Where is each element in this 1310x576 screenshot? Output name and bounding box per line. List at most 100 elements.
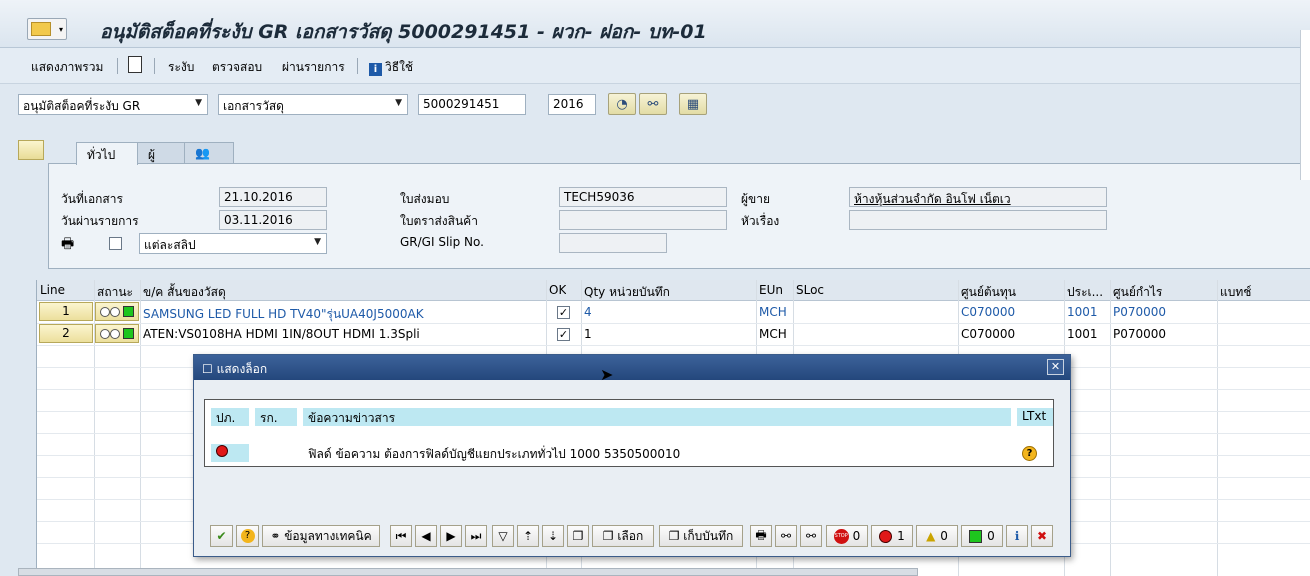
detail-toggle-icon[interactable] [18, 140, 44, 160]
material-text[interactable]: ATEN:VS0108HA HDMI 1IN/8OUT HDMI 1.3Spli [143, 327, 543, 341]
help-question-icon[interactable]: ? [1017, 444, 1053, 462]
col-batch[interactable]: แบทช์ [1220, 283, 1251, 302]
info-icon[interactable]: ℹ [1006, 525, 1028, 547]
col-profit-center[interactable]: ศูนย์กำไร [1113, 283, 1162, 302]
col-message-no[interactable]: รก. [255, 408, 297, 426]
document-number-input[interactable]: 5000291451 [418, 94, 526, 115]
slip-field[interactable] [559, 233, 667, 253]
hold-button[interactable]: ระงับ [168, 58, 194, 77]
glasses-icon: ⚭ [270, 529, 285, 543]
first-page-icon[interactable]: ⏮ [390, 525, 412, 547]
col-sloc[interactable]: SLoc [796, 283, 824, 297]
col-message-text[interactable]: ข้อความข่าวสาร [303, 408, 1011, 426]
ok-checkbox[interactable]: ✓ [557, 306, 570, 319]
col-message-type[interactable]: ปภ. [211, 408, 249, 426]
save-button[interactable]: ❐ เก็บบันทึก [659, 525, 743, 547]
eun-cell[interactable]: MCH [759, 327, 787, 341]
col-material[interactable]: ข/ค สั้นของวัสดุ [143, 283, 226, 302]
warning-filter-button[interactable]: ▲ 0 [916, 525, 958, 547]
printer-icon[interactable]: 🖶 [61, 233, 74, 257]
print-checkbox[interactable] [109, 237, 122, 250]
sort-descending-icon[interactable]: ⇣ [542, 525, 564, 547]
col-cost-center[interactable]: ศูนย์ต้นทุน [961, 283, 1016, 302]
prev-page-icon[interactable]: ◀ [415, 525, 437, 547]
status-indicator[interactable] [95, 302, 139, 321]
stop-filter-button[interactable]: STOP 0 [826, 525, 868, 547]
profit-center-cell[interactable]: P070000 [1113, 305, 1166, 319]
filter-icon[interactable]: ▽ [492, 525, 514, 547]
last-page-icon[interactable]: ⏭ [465, 525, 487, 547]
delivery-note-field[interactable]: TECH59036 [559, 187, 727, 207]
technical-info-button[interactable]: ⚭ ข้อมูลทางเทคนิค [262, 525, 380, 547]
print-icon[interactable]: 🖶 [750, 525, 772, 547]
col-qty[interactable]: Qty หน่วยบันทึก [584, 283, 670, 302]
col-line[interactable]: Line [40, 283, 65, 297]
message-text[interactable]: ฟิลด์ ข้อความ ต้องการฟิลด์บัญชีแยกประเภท… [303, 444, 1011, 462]
profit-center-cell[interactable]: P070000 [1113, 327, 1166, 341]
info-filter-button[interactable]: 0 [961, 525, 1003, 547]
save-icon: ❐ [668, 529, 684, 543]
col-eun[interactable]: EUn [759, 283, 783, 297]
vertical-scrollbar[interactable] [1300, 30, 1310, 180]
help-icon[interactable]: ? [236, 525, 259, 547]
status-green-icon [123, 306, 134, 317]
material-text[interactable]: SAMSUNG LED FULL HD TV40"รุ่นUA40J5000AK [143, 305, 543, 324]
doc-date-field[interactable]: 21.10.2016 [219, 187, 327, 207]
col-type[interactable]: ประเ... [1067, 283, 1107, 302]
find-next-icon[interactable]: ⚯ [800, 525, 822, 547]
header-text-field[interactable] [849, 210, 1107, 230]
sort-ascending-icon[interactable]: ⇡ [517, 525, 539, 547]
cost-center-cell[interactable]: C070000 [961, 327, 1015, 341]
binoculars-icon[interactable]: ⚯ [639, 93, 667, 115]
col-long-text[interactable]: LTxt [1017, 408, 1053, 426]
message-table: ปภ. รก. ข้อความข่าวสาร LTxt ฟิลด์ ข้อควา… [204, 399, 1054, 467]
overview-button[interactable]: แสดงภาพรวม [31, 58, 103, 77]
action-select[interactable]: อนุมัติสต็อคที่ระงับ GR ▼ [18, 94, 208, 115]
layout-icon[interactable]: ❐ [567, 525, 589, 547]
execute-icon[interactable]: ◔ [608, 93, 636, 115]
chevron-down-icon: ▼ [314, 237, 321, 247]
find-icon[interactable]: ⚯ [775, 525, 797, 547]
header-text-label: หัวเรื่อง [741, 214, 780, 228]
cursor-icon: ➤ [600, 365, 614, 384]
type-cell[interactable]: 1001 [1067, 305, 1098, 319]
horizontal-scrollbar[interactable] [18, 568, 918, 576]
tab-partner[interactable]: 👥 [184, 142, 234, 164]
post-date-field[interactable]: 03.11.2016 [219, 210, 327, 230]
type-cell[interactable]: 1001 [1067, 327, 1098, 341]
eun-cell[interactable]: MCH [759, 305, 787, 319]
title-bar: ▾ อนุมัติสต็อคที่ระงับ GR เอกสารวัสดุ 50… [0, 0, 1310, 48]
tab-general[interactable]: ทั่วไป [76, 142, 138, 165]
check-button[interactable]: ตรวจสอบ [212, 58, 262, 77]
post-button[interactable]: ผ่านรายการ [282, 58, 345, 77]
close-icon[interactable]: ✕ [1047, 359, 1064, 375]
vendor-field[interactable]: ห้างหุ้นส่วนจำกัด อินโฟ เน็ตเว [849, 187, 1107, 207]
dialog-title-bar[interactable]: ☐ แสดงล็อก ✕ [194, 355, 1070, 380]
col-status[interactable]: สถานะ [97, 283, 133, 302]
help-button[interactable]: i วิธีใช้ [369, 58, 413, 77]
confirm-check-icon[interactable]: ✔ [210, 525, 233, 547]
toolbar-separator [357, 58, 358, 74]
choose-icon: ❐ [602, 529, 618, 543]
status-indicator[interactable] [95, 324, 139, 343]
col-ok[interactable]: OK [549, 283, 566, 297]
new-document-icon[interactable] [128, 56, 142, 73]
ok-checkbox[interactable]: ✓ [557, 328, 570, 341]
next-page-icon[interactable]: ▶ [440, 525, 462, 547]
tab-vendor[interactable]: ผู้ขาย [137, 142, 185, 181]
cost-center-cell[interactable]: C070000 [961, 305, 1015, 319]
bill-of-lading-field[interactable] [559, 210, 727, 230]
grid-icon[interactable]: ▦ [679, 93, 707, 115]
line-button[interactable]: 1 [39, 302, 93, 321]
print-option-select[interactable]: แต่ละสลิป ▼ [139, 233, 327, 254]
line-button[interactable]: 2 [39, 324, 93, 343]
cancel-icon[interactable]: ✖ [1031, 525, 1053, 547]
status-light-icon [110, 329, 120, 339]
reference-select[interactable]: เอกสารวัสดุ ▼ [218, 94, 408, 115]
qty-cell[interactable]: 1 [584, 327, 592, 341]
choose-button[interactable]: ❐ เลือก [592, 525, 654, 547]
system-menu-button[interactable]: ▾ [27, 18, 67, 40]
error-filter-button[interactable]: 1 [871, 525, 913, 547]
year-input[interactable]: 2016 [548, 94, 596, 115]
qty-cell[interactable]: 4 [584, 305, 592, 319]
